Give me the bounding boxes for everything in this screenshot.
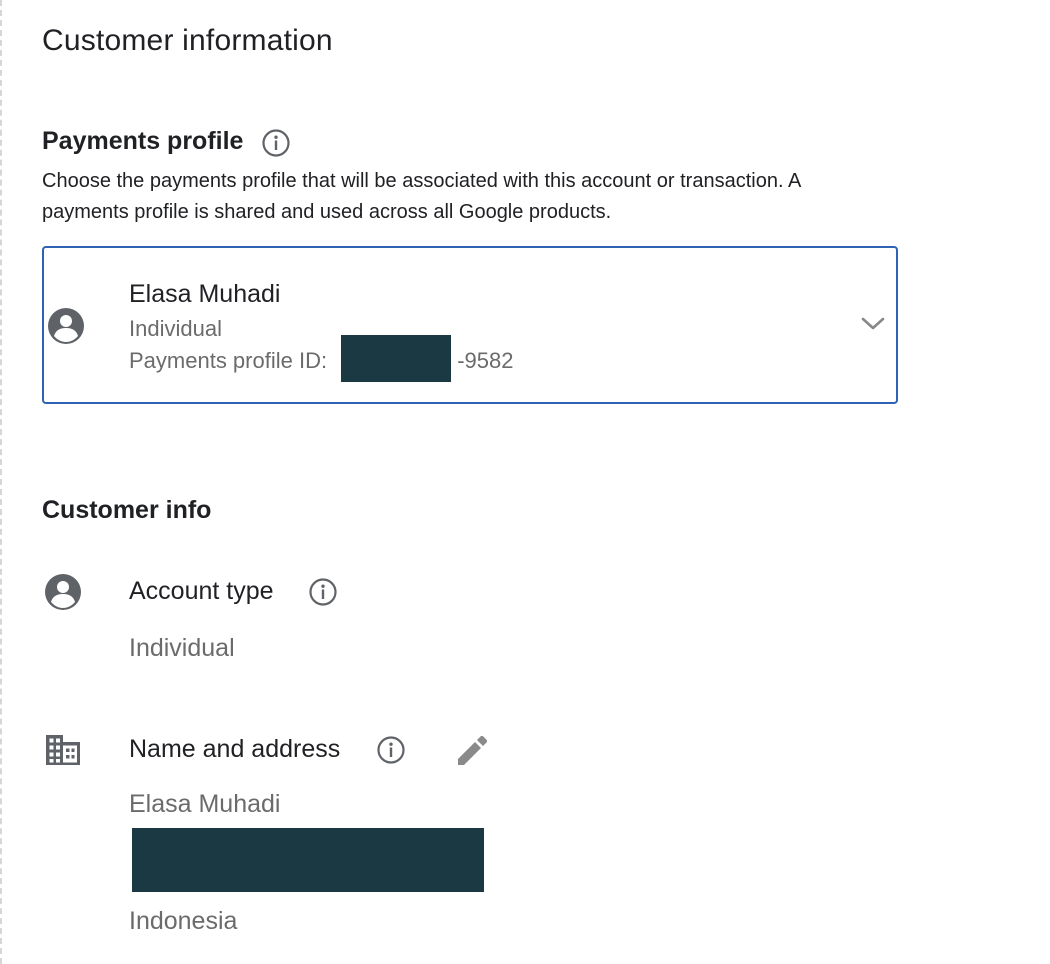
chevron-down-icon[interactable]: [858, 312, 888, 339]
profile-id: Payments profile ID: -9582: [129, 335, 514, 382]
name-and-address-info-icon[interactable]: [375, 734, 407, 771]
address-name: Elasa Muhadi: [129, 790, 281, 818]
customer-information-page: Customer information Payments profile Ch…: [0, 0, 1050, 964]
profile-type: Individual: [129, 316, 222, 341]
account-type-info-icon[interactable]: [307, 576, 339, 613]
business-icon: [44, 733, 82, 772]
account-type-label: Account type: [129, 577, 274, 605]
account-circle-icon: [47, 307, 85, 350]
payments-profile-description: Choose the payments profile that will be…: [42, 170, 801, 223]
page-title: Customer information: [42, 24, 333, 57]
customer-info-heading: Customer info: [42, 496, 212, 524]
redaction-block: [341, 335, 451, 382]
account-type-value: Individual: [129, 634, 235, 662]
profile-id-suffix: -9582: [457, 348, 514, 373]
payments-profile-select[interactable]: Elasa Muhadi Individual Payments profile…: [42, 246, 898, 404]
payments-profile-heading: Payments profile: [42, 127, 244, 155]
name-and-address-label: Name and address: [129, 735, 341, 763]
address-country: Indonesia: [129, 907, 238, 935]
account-circle-icon: [44, 573, 82, 616]
payments-profile-info-icon[interactable]: [260, 127, 292, 164]
profile-name: Elasa Muhadi: [129, 280, 281, 308]
pencil-icon[interactable]: [454, 732, 492, 773]
profile-id-label: Payments profile ID:: [129, 348, 334, 373]
redaction-block: [132, 828, 484, 892]
